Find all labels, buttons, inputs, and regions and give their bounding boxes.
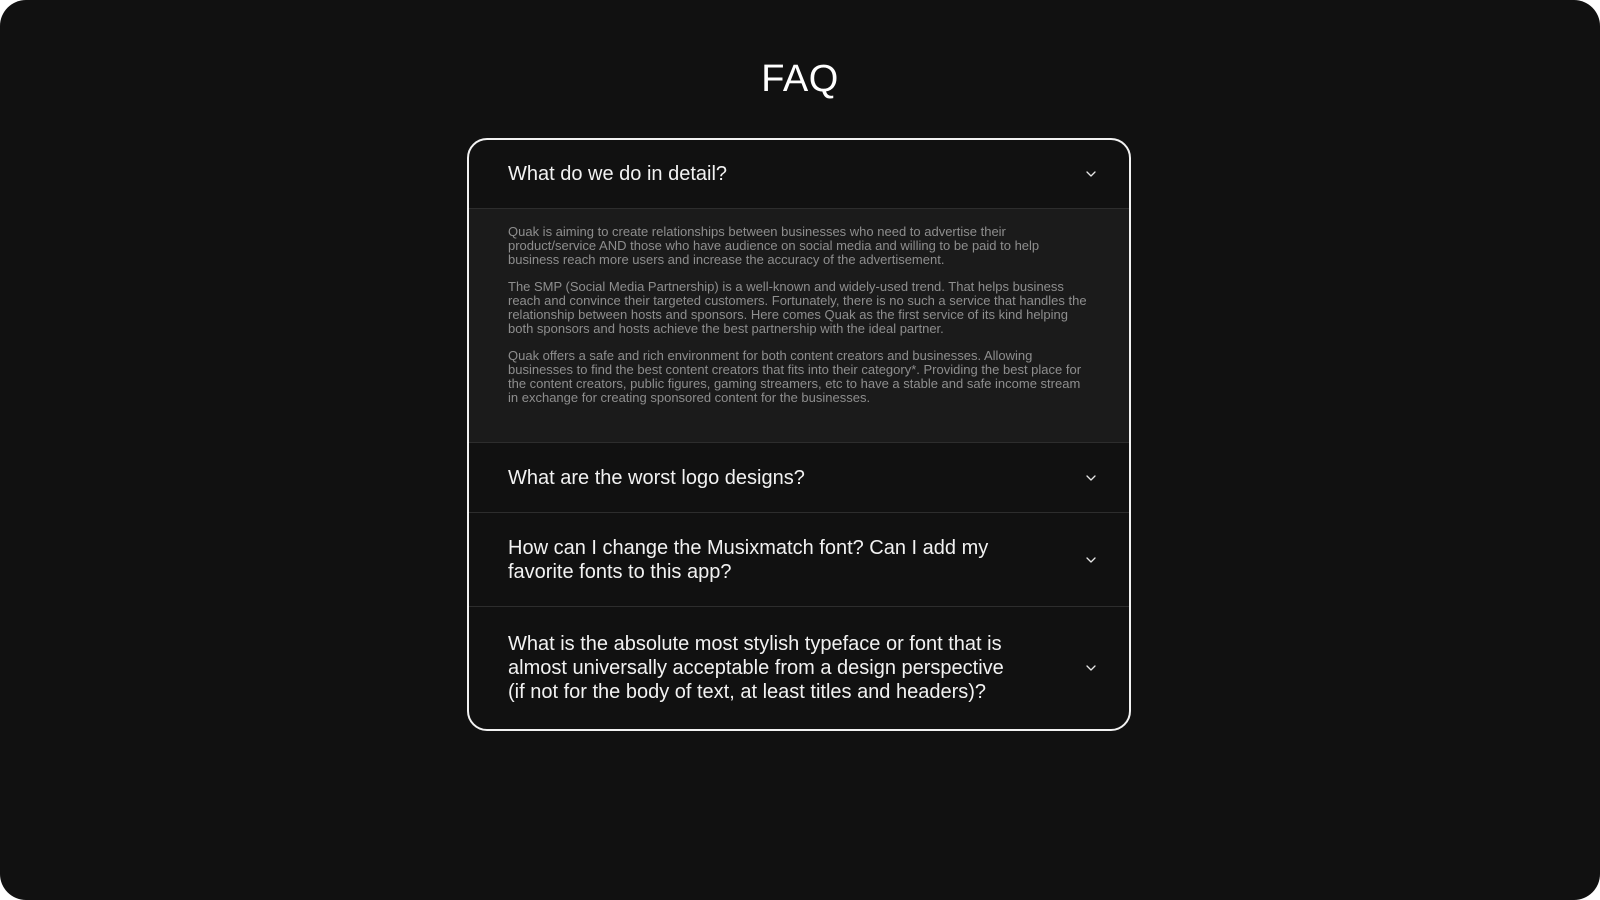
faq-accordion: What do we do in detail? Quak is aiming … — [467, 138, 1131, 731]
faq-answer-paragraph: Quak is aiming to create relationships b… — [508, 224, 1040, 267]
faq-question-text: How can I change the Musixmatch font? Ca… — [508, 536, 989, 583]
faq-question-text: What is the absolute most stylish typefa… — [508, 633, 1004, 703]
faq-answer-paragraph: Quak offers a safe and rich environment … — [508, 348, 1082, 405]
faq-question-text: What are the worst logo designs? — [508, 466, 805, 489]
page-title: FAQ — [761, 58, 839, 100]
faq-answer-panel: Quak is aiming to create relationships b… — [469, 208, 1129, 442]
faq-item: What are the worst logo designs? — [469, 442, 1129, 512]
chevron-down-icon[interactable] — [1085, 472, 1097, 484]
chevron-down-icon[interactable] — [1085, 554, 1097, 566]
chevron-down-icon[interactable] — [1085, 168, 1097, 180]
faq-item: What do we do in detail? Quak is aiming … — [469, 140, 1129, 442]
faq-question-text: What do we do in detail? — [508, 163, 728, 185]
chevron-down-icon[interactable] — [1085, 662, 1097, 674]
faq-item: How can I change the Musixmatch font? Ca… — [469, 512, 1129, 606]
faq-question-toggle[interactable]: What are the worst logo designs? — [469, 443, 1129, 512]
faq-page: FAQ What do we do in detail? Quak is aim… — [0, 0, 1600, 900]
faq-answer-paragraph: The SMP (Social Media Partnership) is a … — [508, 279, 1087, 336]
faq-item: What is the absolute most stylish typefa… — [469, 606, 1129, 729]
faq-question-toggle[interactable]: How can I change the Musixmatch font? Ca… — [469, 513, 1129, 606]
faq-question-toggle[interactable]: What do we do in detail? — [469, 140, 1129, 208]
faq-question-toggle[interactable]: What is the absolute most stylish typefa… — [469, 607, 1129, 729]
